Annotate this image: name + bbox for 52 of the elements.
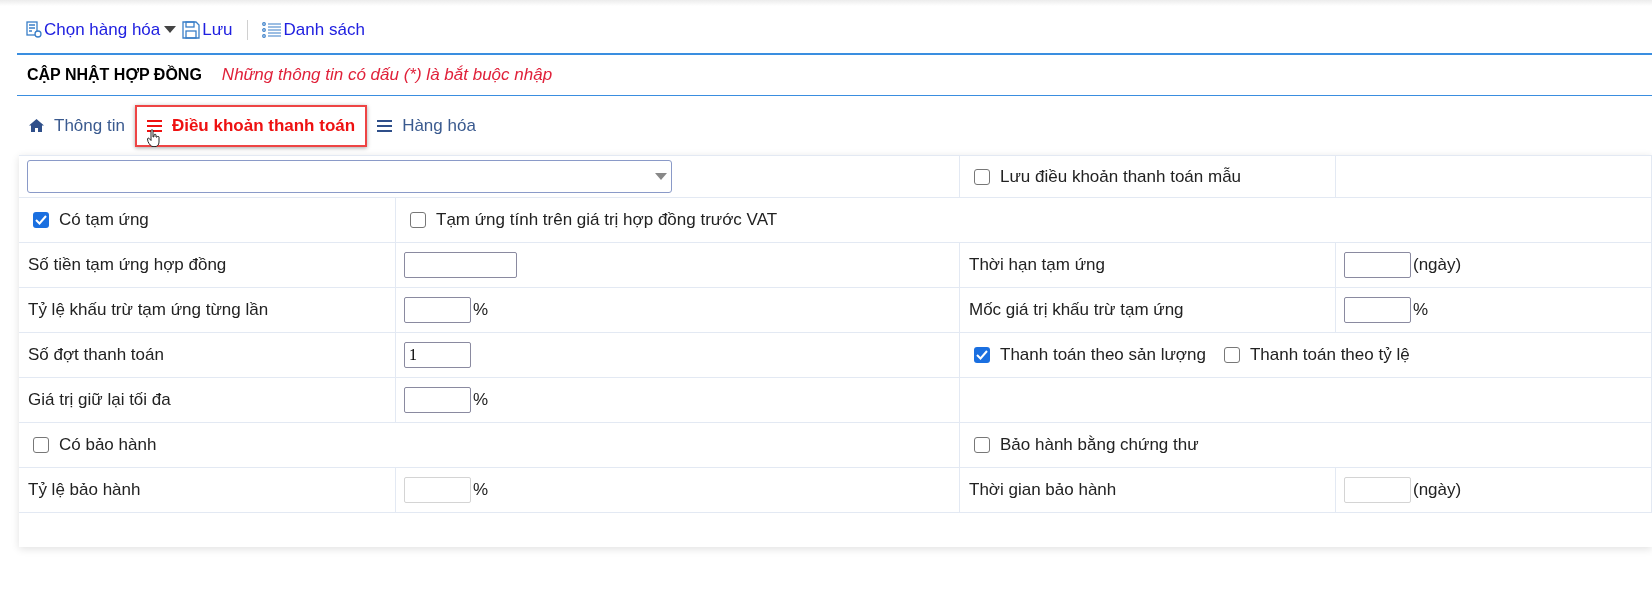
input-field[interactable]	[404, 297, 471, 323]
caret-icon	[655, 173, 667, 180]
unit-label: %	[473, 299, 489, 322]
field-label: Mốc giá trị khấu trừ tạm ứng	[969, 299, 1184, 322]
input-field[interactable]	[1344, 252, 1411, 278]
save-icon	[182, 20, 201, 39]
product-list-icon	[26, 20, 42, 39]
menu-icon	[377, 119, 393, 132]
checkbox-label: Thanh toán theo tỷ lệ	[1249, 344, 1410, 367]
checkbox-label: Tạm ứng tính trên giá trị hợp đồng trước VAT	[436, 209, 778, 232]
input-field[interactable]: 1	[404, 342, 471, 368]
tab[interactable]: Điều khoản thanh toán	[134, 104, 368, 147]
checkbox[interactable]	[410, 212, 426, 228]
checkbox-label: Lưu điều khoản thanh toán mẫu	[1000, 165, 1242, 188]
unit-label: (ngày)	[1413, 479, 1462, 502]
field-label: Thời gian bảo hành	[969, 479, 1117, 502]
toolbar-button[interactable]: Danh sách	[261, 16, 365, 43]
required-note: Những thông tin có dấu (*) là bắt buộc nhập	[221, 64, 553, 87]
list-icon	[261, 21, 282, 38]
checkbox[interactable]	[33, 437, 49, 453]
tab[interactable]: Thông tin	[25, 104, 129, 147]
field-label: Tỷ lệ khấu trừ tạm ứng từng lần	[28, 299, 269, 322]
checkbox-label: Bảo hành bằng chứng thư	[1000, 434, 1199, 457]
field-label: Số đợt thanh toán	[28, 344, 164, 367]
pointer-cursor-icon	[146, 128, 161, 147]
toolbar-button[interactable]: Lưu	[182, 16, 233, 43]
field-label: Số tiền tạm ứng hợp đồng	[28, 254, 227, 277]
field-label: Tỷ lệ bảo hành	[28, 479, 141, 502]
input-field[interactable]	[404, 252, 517, 278]
checkbox[interactable]	[974, 347, 990, 363]
form-title: CẬP NHẬT HỢP ĐỒNG	[27, 64, 202, 85]
checkbox[interactable]	[974, 437, 990, 453]
tab[interactable]: Hàng hóa	[373, 104, 480, 147]
checkbox-label: Có bảo hành	[59, 434, 157, 457]
unit-label: %	[473, 479, 489, 502]
field-label: Giá trị giữ lại tối đa	[28, 389, 171, 412]
unit-label: (ngày)	[1413, 254, 1462, 277]
checkbox-label: Có tạm ứng	[59, 209, 149, 232]
checkbox-label: Thanh toán theo sản lượng	[1000, 344, 1206, 367]
checkbox[interactable]	[974, 168, 990, 185]
unit-label: %	[1413, 299, 1429, 322]
input-field[interactable]	[1344, 297, 1411, 323]
menu-icon	[146, 119, 162, 132]
checkbox[interactable]	[1223, 347, 1240, 363]
checkbox[interactable]	[33, 212, 49, 228]
field-label: Thời hạn tạm ứng	[969, 254, 1105, 277]
home-icon	[29, 119, 44, 132]
caret-icon	[164, 26, 177, 33]
dropdown-field[interactable]	[27, 160, 672, 193]
toolbar-button[interactable]: Chọn hàng hóa	[26, 16, 177, 43]
unit-label: %	[473, 389, 489, 412]
input-field[interactable]	[404, 387, 471, 413]
